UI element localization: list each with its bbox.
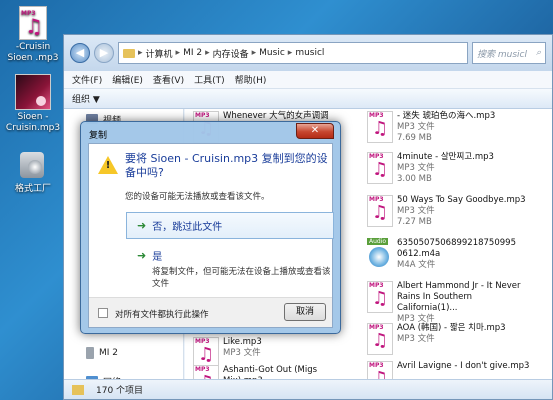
folder-icon [123, 48, 135, 58]
mp3-file-icon: MP3♫ [367, 281, 393, 313]
nav-item-mi2[interactable]: MI 2 [64, 345, 118, 361]
folder-icon [72, 384, 84, 395]
desktop-icon-label: Sioen - Cruisin.mp3 [5, 112, 61, 133]
mp3-file-icon: MP3♫ [367, 195, 393, 227]
mp3-file-icon: MP3♫ [367, 111, 393, 143]
dialog-subtext: 您的设备可能无法播放或查看该文件。 [125, 192, 270, 202]
desktop-icon-format-factory[interactable]: 格式工厂 [3, 148, 63, 195]
desktop-icon-cruisin-sioen[interactable]: MP3 ♫ -Cruisin Sioen .mp3 [3, 6, 63, 64]
breadcrumb-item[interactable]: 计算机 [146, 47, 173, 60]
menu-bar: 文件(F) 编辑(E) 查看(V) 工具(T) 帮助(H) [64, 71, 552, 89]
list-item[interactable]: MP3 ♫ 50 Ways To Say Goodbye.mp3 MP3 文件 7… [367, 195, 526, 228]
desktop-icon-label: 格式工厂 [14, 184, 51, 194]
list-item[interactable]: MP3 ♫ 4minute - 살만찌고.mp3 MP3 文件 3.00 MB [367, 152, 494, 185]
format-factory-icon [16, 148, 50, 182]
dialog-title: 复制 [89, 131, 108, 141]
search-input[interactable]: 搜索 musicl ⌕ [472, 42, 546, 64]
copy-anyway-option[interactable]: ➜ 是 将复制文件，但可能无法在设备上播放或查看该文件 [137, 248, 333, 289]
back-button[interactable]: ◀ [70, 43, 90, 63]
list-item[interactable]: MP3 ♫ Albert Hammond Jr - It Never Rains … [367, 281, 527, 325]
breadcrumb-item[interactable]: Music [259, 48, 285, 58]
audio-file-icon: Audio [367, 238, 393, 270]
mp3-file-icon: MP3♫ [367, 361, 393, 381]
desktop-icon-label: -Cruisin Sioen .mp3 [7, 42, 59, 63]
dialog-footer: 对所有文件都执行此操作 取消 [89, 297, 332, 327]
mp3-file-icon: MP3♫ [367, 323, 393, 355]
list-item[interactable]: MP3 ♫ - 迷失 琥珀色の海へ.mp3 MP3 文件 7.69 MB [367, 111, 495, 144]
status-bar: 170 个项目 [64, 379, 552, 399]
menu-tools[interactable]: 工具(T) [194, 73, 225, 86]
phone-icon [86, 347, 94, 359]
arrow-right-icon: ➜ [137, 249, 147, 262]
list-item[interactable]: MP3 ♫ Avril Lavigne - I don't give.mp3 [367, 361, 529, 381]
apply-all-checkbox[interactable] [98, 308, 108, 318]
list-item[interactable]: MP3 ♫ AOA (韩国) - 짧은 치마.mp3 MP3 文件 [367, 323, 506, 355]
breadcrumb[interactable]: ▸ 计算机 ▸ MI 2 ▸ 内存设备 ▸ Music ▸ musicl [118, 42, 468, 64]
organize-button[interactable]: 组织 ▼ [72, 92, 100, 105]
menu-help[interactable]: 帮助(H) [235, 73, 267, 86]
address-toolbar: ◀ ▶ ▸ 计算机 ▸ MI 2 ▸ 内存设备 ▸ Music ▸ musicl 搜索 … [64, 35, 552, 71]
command-bar: 组织 ▼ [64, 89, 552, 109]
desktop-icon-sioen-cruisin[interactable]: Sioen - Cruisin.mp3 [3, 74, 63, 134]
list-item[interactable]: Audio 6350507506899218750995 0612.m4a M4… [367, 238, 527, 271]
menu-edit[interactable]: 编辑(E) [112, 73, 143, 86]
mp3-file-icon: MP3 ♫ [19, 6, 47, 40]
mp3-file-icon: MP3♫ [367, 152, 393, 184]
breadcrumb-item[interactable]: 内存设备 [213, 47, 249, 60]
copy-dialog: 复制 ✕ ! 要将 Sioen - Cruisin.mp3 复制到您的设备中吗?… [80, 121, 341, 334]
forward-button[interactable]: ▶ [94, 43, 114, 63]
menu-file[interactable]: 文件(F) [72, 73, 102, 86]
cancel-button[interactable]: 取消 [284, 303, 326, 321]
arrow-right-icon: ➜ [137, 219, 147, 232]
dialog-heading: 要将 Sioen - Cruisin.mp3 复制到您的设备中吗? [125, 152, 328, 179]
apply-all-label: 对所有文件都执行此操作 [115, 310, 209, 320]
close-button[interactable]: ✕ [296, 123, 334, 139]
breadcrumb-item[interactable]: musicl [295, 48, 324, 58]
album-art-icon [15, 74, 51, 110]
menu-view[interactable]: 查看(V) [153, 73, 184, 86]
dialog-body: ! 要将 Sioen - Cruisin.mp3 复制到您的设备中吗? 您的设备… [88, 143, 334, 328]
breadcrumb-item[interactable]: MI 2 [183, 48, 202, 58]
skip-file-option[interactable]: ➜ 否，跳过此文件 [126, 212, 334, 239]
search-icon: ⌕ [535, 48, 541, 58]
item-count: 170 个项目 [96, 386, 144, 396]
